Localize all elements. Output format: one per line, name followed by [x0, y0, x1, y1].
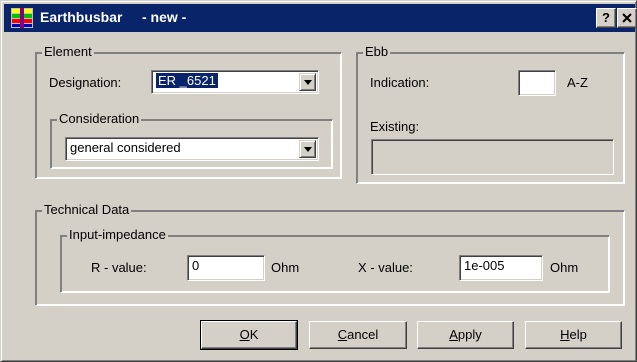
- close-icon: [622, 13, 632, 23]
- indication-label: Indication:: [370, 75, 430, 90]
- existing-label: Existing:: [370, 119, 420, 134]
- cancel-button[interactable]: Cancel: [309, 321, 407, 349]
- help-title-button[interactable]: ?: [596, 8, 616, 28]
- r-value-input[interactable]: 0: [187, 255, 265, 281]
- ebb-group: Ebb Indication: A-Z Existing:: [356, 44, 625, 184]
- chevron-down-icon: [304, 80, 312, 85]
- ok-label: K: [249, 327, 259, 342]
- element-group: Element Designation: ER _6521 Considerat…: [35, 44, 342, 179]
- apply-button[interactable]: Apply: [417, 321, 514, 349]
- ok-mnemonic: O: [239, 327, 250, 342]
- element-group-legend: Element: [42, 44, 94, 59]
- x-value-unit: Ohm: [550, 260, 579, 275]
- r-value-label: R - value:: [91, 260, 147, 275]
- x-value-input[interactable]: 1e-005: [459, 255, 543, 281]
- help-button[interactable]: Help: [525, 321, 622, 349]
- cancel-mnemonic: C: [337, 327, 348, 342]
- designation-value: ER _6521: [156, 73, 218, 88]
- designation-combobox[interactable]: ER _6521: [151, 70, 319, 94]
- existing-field: [371, 139, 614, 175]
- apply-mnemonic: A: [449, 327, 458, 342]
- cancel-label: ancel: [347, 327, 379, 342]
- help-mnemonic: H: [560, 327, 570, 342]
- technical-data-group: Technical Data Input-impedance R - value…: [35, 202, 625, 306]
- help-label: elp: [569, 327, 587, 342]
- earthbusbar-icon: [11, 8, 33, 28]
- window-subtitle: - new -: [142, 9, 187, 25]
- close-button[interactable]: [617, 8, 637, 28]
- chevron-down-icon: [304, 147, 312, 152]
- x-value-label: X - value:: [358, 260, 413, 275]
- earthbusbar-dialog: Earthbusbar - new - ? Element Designatio…: [0, 0, 637, 362]
- technical-data-legend: Technical Data: [42, 202, 132, 217]
- designation-label: Designation:: [49, 75, 122, 90]
- indication-range-label: A-Z: [567, 75, 588, 90]
- ebb-group-legend: Ebb: [363, 44, 391, 59]
- window-title: Earthbusbar: [40, 9, 123, 25]
- r-value-unit: Ohm: [271, 260, 300, 275]
- input-impedance-legend: Input-impedance: [67, 227, 168, 242]
- consideration-group: Consideration general considered: [50, 111, 333, 169]
- consideration-group-legend: Consideration: [57, 111, 142, 126]
- input-impedance-group: Input-impedance R - value: 0 Ohm X - val…: [60, 227, 610, 293]
- consideration-value: general considered: [70, 140, 181, 155]
- apply-label: pply: [457, 327, 482, 342]
- consideration-combobox[interactable]: general considered: [65, 137, 319, 161]
- ok-button[interactable]: OK: [200, 320, 298, 350]
- designation-dropdown-button[interactable]: [299, 73, 316, 91]
- consideration-dropdown-button[interactable]: [299, 140, 316, 158]
- title-bar[interactable]: Earthbusbar - new - ?: [4, 4, 637, 32]
- indication-input[interactable]: [518, 70, 556, 96]
